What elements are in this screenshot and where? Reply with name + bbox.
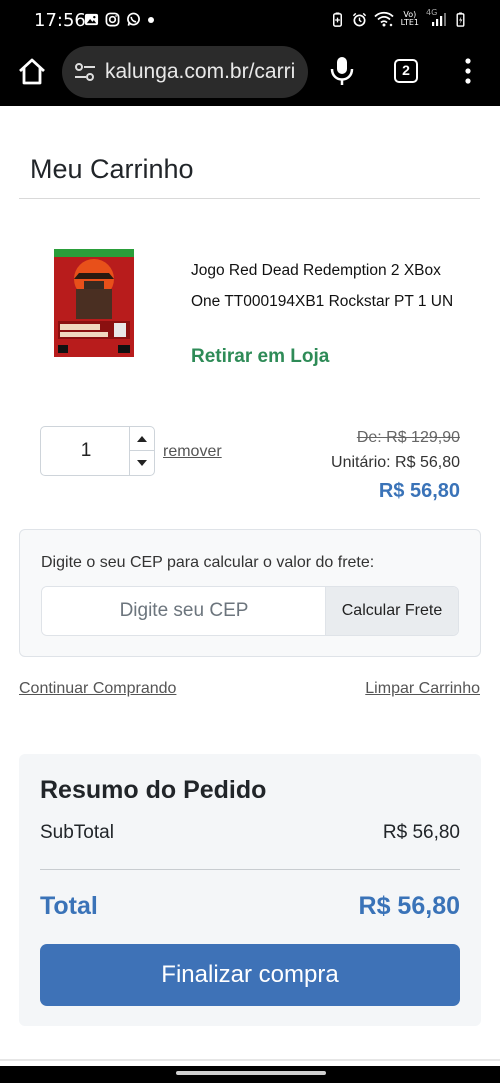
cep-input-group: Calcular Frete xyxy=(41,586,459,636)
tabs-icon[interactable]: 2 xyxy=(394,59,418,83)
alarm-icon xyxy=(352,12,366,26)
remove-link[interactable]: remover xyxy=(163,443,222,461)
volte-icon: Vo) LTE1 xyxy=(401,11,419,27)
total-value: R$ 56,80 xyxy=(358,892,460,920)
title-divider xyxy=(19,198,480,199)
subtotal-label: SubTotal xyxy=(40,822,114,843)
url-text[interactable]: kalunga.com.br/carri xyxy=(105,60,301,84)
product-image[interactable] xyxy=(54,249,134,357)
price-old: De: R$ 129,90 xyxy=(356,429,460,446)
mic-icon[interactable] xyxy=(329,56,355,86)
status-time: 17:56 xyxy=(34,10,86,31)
gesture-handle[interactable] xyxy=(176,1071,326,1075)
quantity-input[interactable]: 1 xyxy=(41,427,131,475)
calculate-shipping-button[interactable]: Calcular Frete xyxy=(325,587,458,635)
signal-icon: 4G xyxy=(426,9,446,27)
instagram-icon xyxy=(105,12,120,27)
total-label: Total xyxy=(40,892,98,920)
quantity-stepper[interactable]: 1 xyxy=(40,426,155,476)
quantity-spin xyxy=(129,427,154,475)
browser-toolbar: kalunga.com.br/carri 2 xyxy=(0,42,500,106)
shipping-card: Digite o seu CEP para calcular o valor d… xyxy=(19,529,481,657)
url-bar[interactable]: kalunga.com.br/carri xyxy=(62,46,308,98)
checkout-button[interactable]: Finalizar compra xyxy=(40,944,460,1006)
summary-title: Resumo do Pedido xyxy=(40,776,267,804)
product-name[interactable]: Jogo Red Dead Redemption 2 XBox One TT00… xyxy=(191,255,461,317)
whatsapp-icon xyxy=(127,12,140,26)
decrement-button[interactable] xyxy=(130,451,154,475)
site-settings-icon[interactable] xyxy=(74,62,96,82)
notification-icons xyxy=(84,12,155,27)
bottom-divider xyxy=(0,1059,500,1061)
page-title: Meu Carrinho xyxy=(30,154,194,184)
lte-label: LTE1 xyxy=(400,18,419,27)
caret-down-icon xyxy=(137,460,147,466)
order-summary: Resumo do Pedido SubTotal R$ 56,80 Total… xyxy=(19,754,481,1026)
continue-shopping-link[interactable]: Continuar Comprando xyxy=(19,680,176,698)
system-icons: Vo) LTE1 4G xyxy=(330,9,468,27)
wifi-icon xyxy=(373,11,394,27)
dot-icon xyxy=(148,16,154,23)
subtotal-value: R$ 56,80 xyxy=(382,822,460,843)
battery-icon xyxy=(456,11,465,27)
pickup-label: Retirar em Loja xyxy=(191,346,330,367)
navigation-bar xyxy=(0,1066,500,1083)
home-icon[interactable] xyxy=(16,56,48,88)
battery-saver-icon xyxy=(332,11,342,27)
page-content: Meu Carrinho Jogo Red Dead Redemption 2 … xyxy=(0,106,500,1066)
clear-cart-link[interactable]: Limpar Carrinho xyxy=(365,680,480,698)
summary-divider xyxy=(40,869,460,870)
price-unit: Unitário: R$ 56,80 xyxy=(331,454,460,471)
cep-label: Digite o seu CEP para calcular o valor d… xyxy=(41,554,375,571)
price-total: R$ 56,80 xyxy=(378,480,460,502)
more-vert-icon[interactable] xyxy=(458,57,478,85)
cep-input[interactable] xyxy=(42,587,326,635)
increment-button[interactable] xyxy=(130,427,154,451)
status-bar: 17:56 Vo) LTE1 4G xyxy=(0,0,500,42)
caret-up-icon xyxy=(137,435,147,442)
image-icon xyxy=(84,13,99,26)
